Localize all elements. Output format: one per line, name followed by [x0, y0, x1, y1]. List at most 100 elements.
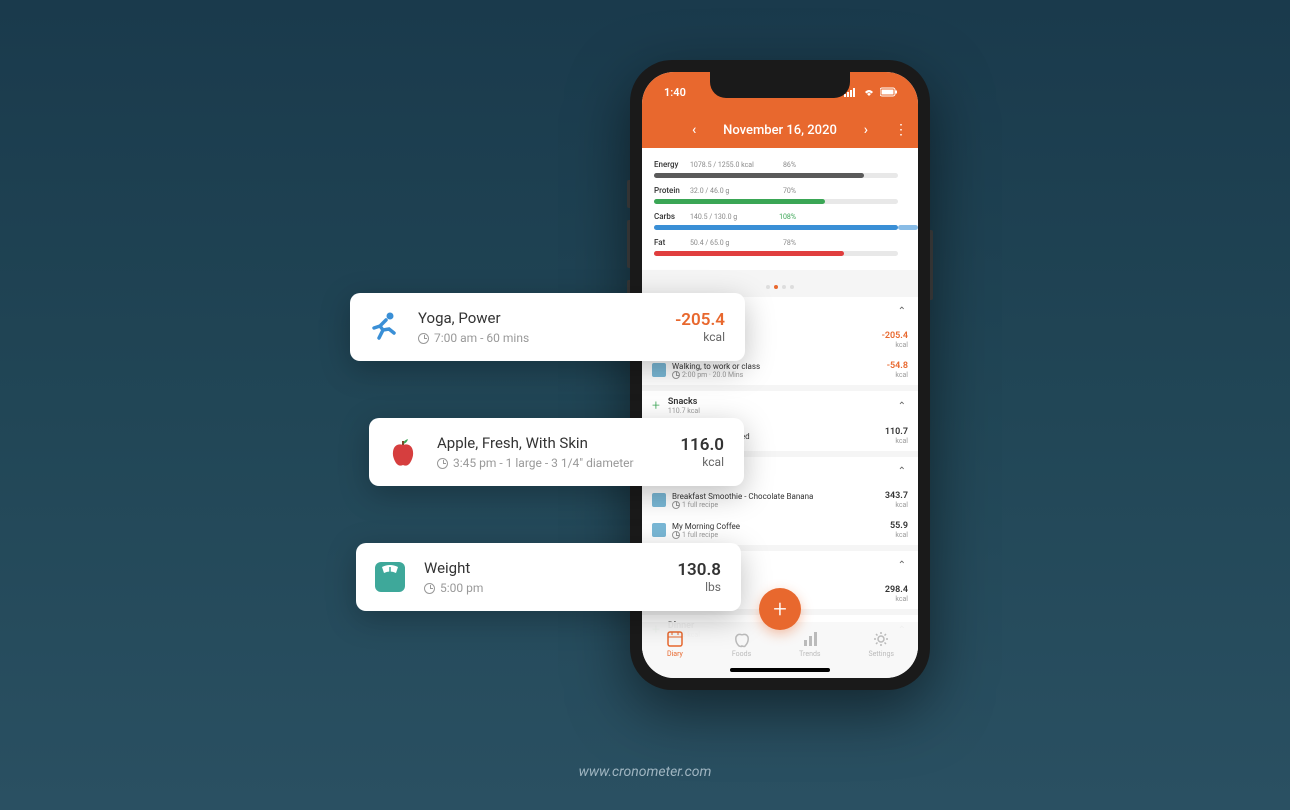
clock-icon: [418, 333, 429, 344]
card-subtitle: 3:45 pm - 1 large - 3 1/4" diameter: [437, 456, 680, 470]
diary-item[interactable]: My Morning Coffee 1 full recipe 55.9 kca…: [642, 515, 918, 545]
battery-icon: [880, 87, 898, 97]
macro-bar: [654, 199, 898, 204]
macro-percent: 86%: [770, 161, 796, 169]
item-icon: [652, 493, 666, 507]
macro-row: Protein 32.0 / 46.0 g 70%: [654, 182, 906, 199]
section-subtitle: 110.7 kcal: [668, 407, 700, 415]
item-subtitle: 2:00 pm · 20.0 Mins: [672, 371, 887, 379]
clock-icon: [424, 583, 435, 594]
nav-icon: [666, 630, 684, 648]
date-header: ‹ November 16, 2020 › ⋮: [642, 112, 918, 148]
clock-icon: [672, 531, 680, 539]
item-title: Breakfast Smoothie - Chocolate Banana: [672, 492, 885, 501]
add-entry-fab[interactable]: +: [759, 588, 801, 630]
item-unit: kcal: [890, 531, 908, 539]
nav-trends[interactable]: Trends: [799, 630, 820, 658]
footer-url: www.cronometer.com: [579, 764, 712, 780]
status-time: 1:40: [664, 86, 686, 99]
card-subtitle: 7:00 am - 60 mins: [418, 331, 675, 345]
clock-icon: [437, 458, 448, 469]
macro-bar: [654, 251, 898, 256]
macro-bar: [654, 225, 898, 230]
item-icon: [652, 363, 666, 377]
phone-volume-up: [627, 220, 630, 268]
item-unit: kcal: [885, 437, 908, 445]
next-day-button[interactable]: ›: [864, 122, 868, 138]
macro-percent: 78%: [770, 239, 796, 247]
macro-percent: 108%: [770, 213, 796, 221]
card-title: Apple, Fresh, With Skin: [437, 434, 680, 452]
prev-day-button[interactable]: ‹: [692, 122, 696, 138]
card-value: 130.8: [677, 560, 721, 580]
card-subtitle: 5:00 pm: [424, 581, 677, 595]
diary-item[interactable]: Breakfast Smoothie - Chocolate Banana 1 …: [642, 485, 918, 515]
item-title: Walking, to work or class: [672, 362, 887, 371]
nav-settings[interactable]: Settings: [868, 630, 894, 658]
header-menu-button[interactable]: ⋮: [894, 122, 908, 138]
phone-side-button: [627, 180, 630, 208]
item-unit: kcal: [885, 501, 908, 509]
item-value: 343.7: [885, 491, 908, 501]
card-value: -205.4: [675, 310, 725, 330]
macro-row: Energy 1078.5 / 1255.0 kcal 86%: [654, 156, 906, 173]
activity-card-yoga[interactable]: Yoga, Power 7:00 am - 60 mins -205.4 kca…: [350, 293, 745, 361]
item-value: 55.9: [890, 521, 908, 531]
card-title: Weight: [424, 559, 677, 577]
item-icon: [652, 523, 666, 537]
item-value: 110.7: [885, 427, 908, 437]
nav-label: Diary: [667, 650, 683, 658]
nav-diary[interactable]: Diary: [666, 630, 684, 658]
macro-value: 32.0 / 46.0 g: [690, 187, 770, 195]
item-unit: kcal: [887, 371, 908, 379]
macro-percent: 70%: [770, 187, 796, 195]
wifi-icon: [862, 87, 876, 97]
card-unit: kcal: [680, 455, 724, 469]
nav-label: Foods: [732, 650, 751, 658]
add-icon[interactable]: +: [652, 398, 660, 414]
item-subtitle: 1 full recipe: [672, 531, 890, 539]
item-subtitle: 1 full recipe: [672, 501, 885, 509]
nav-label: Trends: [799, 650, 820, 658]
chevron-up-icon[interactable]: ⌃: [898, 466, 906, 477]
macro-label: Protein: [654, 186, 690, 195]
card-unit: kcal: [675, 330, 725, 344]
food-card-apple[interactable]: Apple, Fresh, With Skin 3:45 pm - 1 larg…: [369, 418, 744, 486]
macro-row: Carbs 140.5 / 130.0 g 108%: [654, 208, 906, 225]
nav-icon: [801, 630, 819, 648]
item-unit: kcal: [885, 595, 908, 603]
status-icons: [844, 87, 898, 97]
nav-icon: [872, 630, 890, 648]
header-date[interactable]: November 16, 2020: [723, 123, 837, 138]
macro-label: Energy: [654, 160, 690, 169]
home-indicator[interactable]: [730, 668, 830, 672]
nav-icon: [733, 630, 751, 648]
card-title: Yoga, Power: [418, 309, 675, 327]
chevron-up-icon[interactable]: ⌃: [898, 401, 906, 412]
macro-value: 140.5 / 130.0 g: [690, 213, 770, 221]
phone-notch: [710, 72, 850, 98]
scale-icon: [370, 557, 410, 597]
biometric-card-weight[interactable]: Weight 5:00 pm 130.8 lbs: [356, 543, 741, 611]
macro-label: Fat: [654, 238, 690, 247]
phone-power-button: [930, 230, 933, 300]
macro-label: Carbs: [654, 212, 690, 221]
macro-row: Fat 50.4 / 65.0 g 78%: [654, 234, 906, 251]
card-value: 116.0: [680, 435, 724, 455]
clock-icon: [672, 371, 680, 379]
item-value: -205.4: [882, 331, 908, 341]
chevron-up-icon[interactable]: ⌃: [898, 306, 906, 317]
section-header[interactable]: + Snacks 110.7 kcal ⌃: [642, 391, 918, 421]
nav-foods[interactable]: Foods: [732, 630, 751, 658]
item-title: My Morning Coffee: [672, 522, 890, 531]
apple-icon: [383, 432, 423, 472]
item-value: 298.4: [885, 585, 908, 595]
item-unit: kcal: [882, 341, 908, 349]
item-value: -54.8: [887, 361, 908, 371]
macro-value: 50.4 / 65.0 g: [690, 239, 770, 247]
chevron-up-icon[interactable]: ⌃: [898, 560, 906, 571]
clock-icon: [672, 501, 680, 509]
nav-label: Settings: [868, 650, 894, 658]
running-icon: [364, 307, 404, 347]
macro-bar: [654, 173, 898, 178]
